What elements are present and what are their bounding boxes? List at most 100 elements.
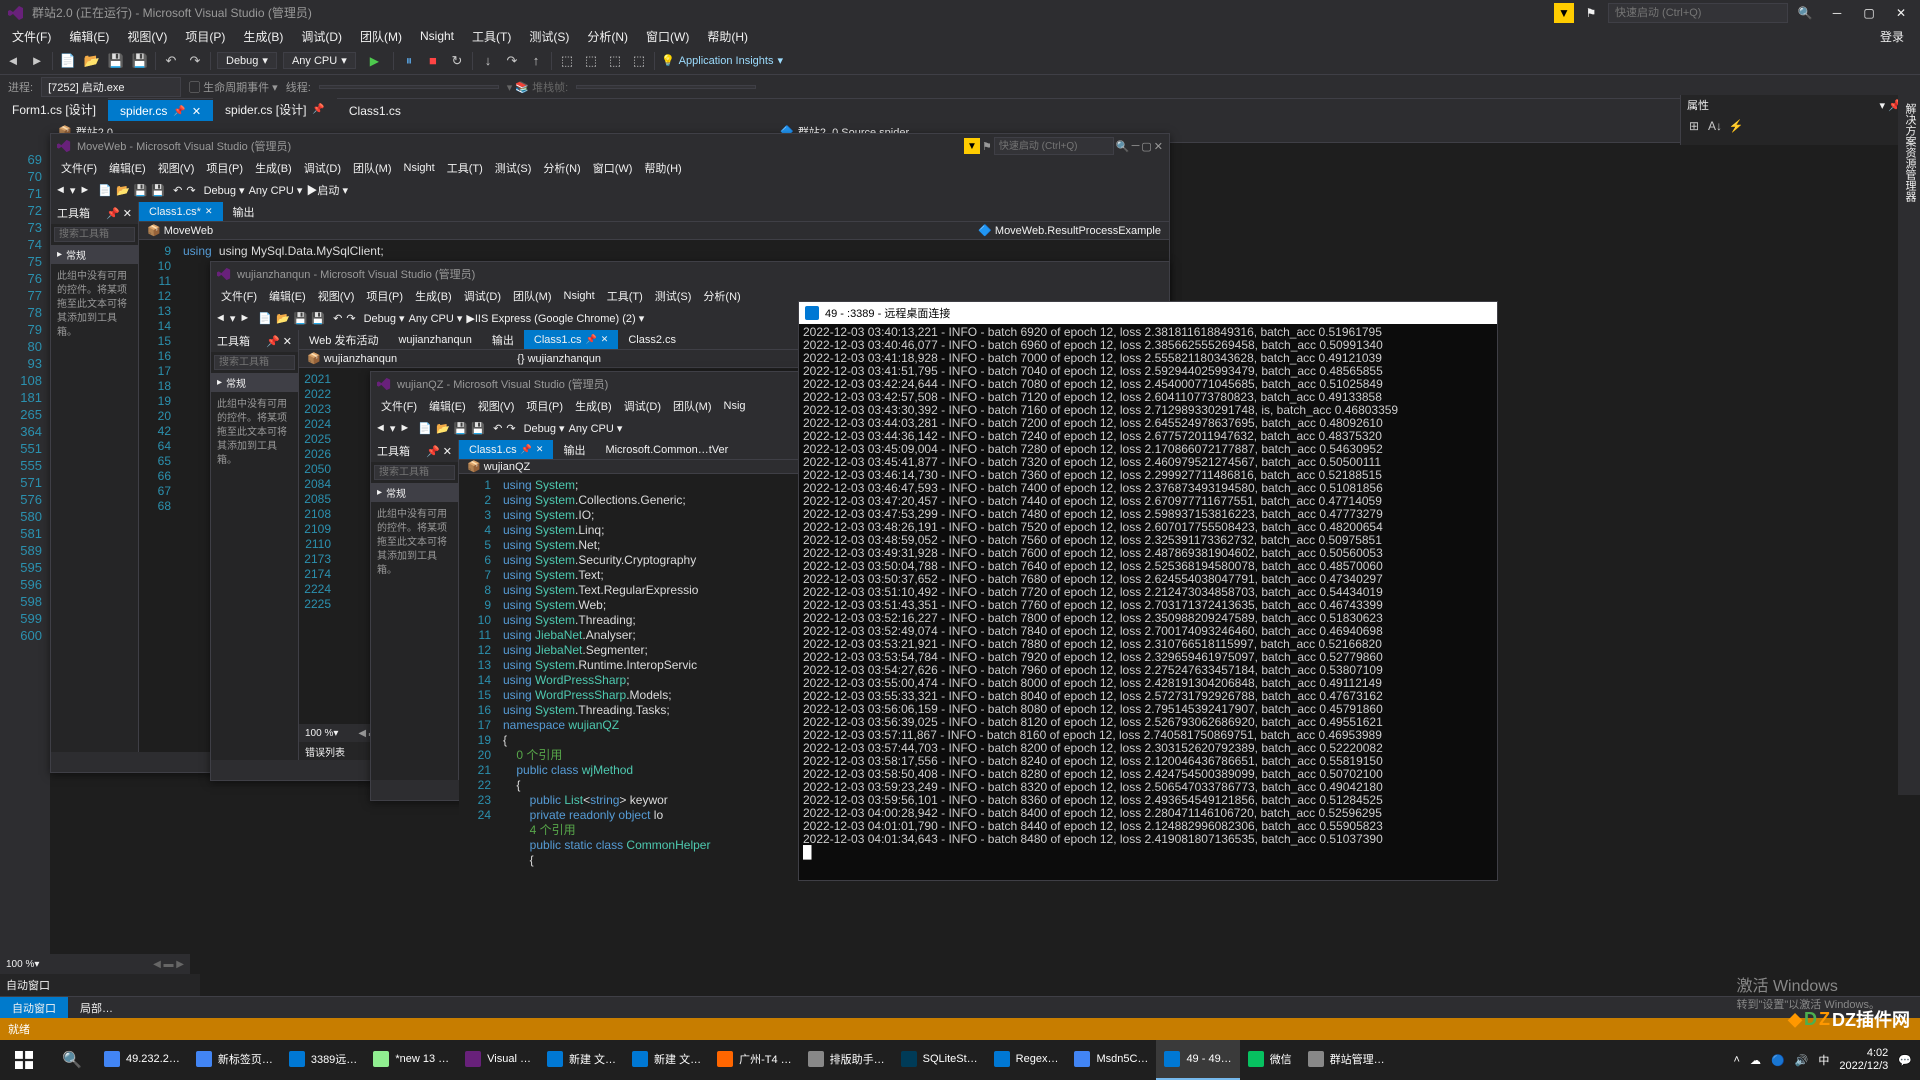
menu-item[interactable]: 测试(S) [649,287,698,305]
menu-item[interactable]: 视图(V) [152,159,201,177]
config-dropdown[interactable]: Debug ▾ [364,312,405,325]
vs1-crumb2[interactable]: 🔷 MoveWeb.ResultProcessExample [978,224,1161,237]
menu-item[interactable]: 编辑(E) [423,397,472,415]
document-tab[interactable]: Class1.cs📌✕ [459,440,553,459]
document-tab[interactable]: Class1.cs*✕ [139,202,223,221]
new-icon[interactable]: 📄 [258,312,272,325]
continue-button[interactable]: ▶ [362,52,387,70]
pause-icon[interactable]: ⏸ [400,52,418,70]
menu-item[interactable]: 工具(T) [464,26,519,47]
menu-item[interactable]: 文件(F) [375,397,423,415]
document-tab[interactable]: Form1.cs [设计] [0,97,108,121]
taskbar-item[interactable]: 3389远… [281,1040,365,1080]
taskbar-item[interactable]: 群站管理… [1300,1040,1393,1080]
menu-item[interactable]: 调试(D) [618,397,667,415]
restart-icon[interactable]: ↻ [448,52,466,70]
thread-dropdown[interactable] [319,85,499,89]
taskbar-item[interactable]: Regex… [986,1040,1067,1080]
taskbar-item[interactable]: 新建 文… [539,1040,624,1080]
redo-icon[interactable]: ↷ [186,184,195,197]
menu-item[interactable]: 文件(F) [55,159,103,177]
menu-item[interactable]: 视图(V) [119,26,175,47]
app-insights-button[interactable]: 💡 Application Insights ▾ [661,54,783,67]
toolbox-group[interactable]: ▸ 常规 [211,373,298,392]
menu-item[interactable]: Nsight [558,289,601,303]
menu-item[interactable]: 项目(P) [200,159,249,177]
nav-fwd-icon[interactable]: ► [399,422,410,434]
vs2-crumb[interactable]: 📦 wujianzhanqun [307,352,397,365]
document-tab[interactable]: Class1.cs [337,100,413,121]
save-all-icon[interactable]: 💾 [151,184,165,197]
taskbar-item[interactable]: 49.232.2… [96,1040,188,1080]
pin-icon[interactable]: 📌 ✕ [266,335,292,348]
document-tab[interactable]: spider.cs📌✕ [108,100,213,121]
menu-item[interactable]: 文件(F) [215,287,263,305]
document-tab[interactable]: Microsoft.Common…tVer [595,440,738,459]
notification-filter-icon[interactable]: ▼ [1554,3,1574,23]
save-icon[interactable]: 💾 [294,312,308,325]
tray-bluetooth-icon[interactable]: 🔵 [1771,1054,1785,1067]
menu-item[interactable]: 项目(P) [520,397,569,415]
undo-icon[interactable]: ↶ [173,184,182,197]
nav-fwd-icon[interactable]: ► [79,184,90,196]
platform-dropdown[interactable]: Any CPU ▾ [249,184,303,197]
solution-explorer-tab[interactable]: 解决方案资源管理器 [1898,95,1920,795]
nav-back-icon[interactable]: ◄ [4,52,22,70]
menu-item[interactable]: 项目(P) [360,287,409,305]
config-dropdown[interactable]: Debug ▾ [524,422,565,435]
menu-item[interactable]: 编辑(E) [103,159,152,177]
menu-item[interactable]: 团队(M) [347,159,398,177]
new-icon[interactable]: 📄 [98,184,112,197]
toolbar-icon[interactable]: ⬚ [606,52,624,70]
document-tab[interactable]: Class2.cs [618,330,686,349]
taskbar-search-icon[interactable]: 🔍 [48,1040,96,1080]
nav-back-icon[interactable]: ◄ [375,422,386,434]
ime-icon[interactable]: 中 [1818,1052,1829,1068]
menu-item[interactable]: 测试(S) [521,26,577,47]
menu-item[interactable]: Nsight [412,27,462,45]
toolbar-icon[interactable]: ⬚ [630,52,648,70]
menu-item[interactable]: 编辑(E) [61,26,117,47]
menu-item[interactable]: 帮助(H) [699,26,756,47]
toolbar-icon[interactable]: ⬚ [582,52,600,70]
clock[interactable]: 4:02 2022/12/3 [1839,1047,1888,1073]
toolbox-search[interactable] [214,355,295,370]
save-icon[interactable]: 💾 [134,184,148,197]
taskbar-item[interactable]: 新标签页… [188,1040,281,1080]
open-icon[interactable]: 📂 [436,422,450,435]
menu-item[interactable]: 团队(M) [352,26,410,47]
process-dropdown[interactable]: [7252] 启动.exe [41,77,181,97]
vs3-crumb[interactable]: 📦 wujianQZ [467,460,530,473]
menu-item[interactable]: 窗口(W) [587,159,639,177]
menu-item[interactable]: 工具(T) [601,287,649,305]
document-tab[interactable]: 输出 [553,440,595,459]
vs1-crumb[interactable]: 📦 MoveWeb [147,224,213,237]
open-icon[interactable]: 📂 [116,184,130,197]
taskbar-item[interactable]: 广州-T4 … [709,1040,800,1080]
save-icon[interactable]: 💾 [107,52,125,70]
minimize-button[interactable]: ─ [1822,3,1852,23]
toolbox-group[interactable]: ▸ 常规 [51,245,138,264]
stop-icon[interactable]: ■ [424,52,442,70]
feedback-icon[interactable]: ⚑ [1576,3,1606,23]
taskbar-item[interactable]: 49 - 49… [1156,1040,1239,1080]
config-dropdown[interactable]: Debug ▾ [204,184,245,197]
rdp-terminal[interactable]: 2022-12-03 03:40:13,221 - INFO - batch 6… [799,324,1497,880]
menu-item[interactable]: 分析(N) [697,287,746,305]
platform-dropdown[interactable]: Any CPU ▾ [283,52,356,69]
start-button[interactable]: ▶IIS Express (Google Chrome) (2) ▾ [466,312,644,325]
pin-icon[interactable]: 📌 ✕ [426,445,452,458]
menu-item[interactable]: 调试(D) [458,287,507,305]
menu-item[interactable]: 团队(M) [667,397,718,415]
categorized-icon[interactable]: ⊞ [1685,117,1703,135]
toolbar-icon[interactable]: ⬚ [558,52,576,70]
menu-item[interactable]: 窗口(W) [638,26,697,47]
rdp-titlebar[interactable]: 49 - :3389 - 远程桌面连接 [799,302,1497,324]
document-tab[interactable]: Web 发布活动 [299,330,388,349]
vs2-crumb2[interactable]: {} wujianzhanqun [517,353,601,365]
menu-item[interactable]: 生成(B) [569,397,618,415]
start-button[interactable] [0,1040,48,1080]
step-into-icon[interactable]: ↓ [479,52,497,70]
document-tab[interactable]: wujianzhanqun [388,330,481,349]
menu-item[interactable]: 生成(B) [409,287,458,305]
